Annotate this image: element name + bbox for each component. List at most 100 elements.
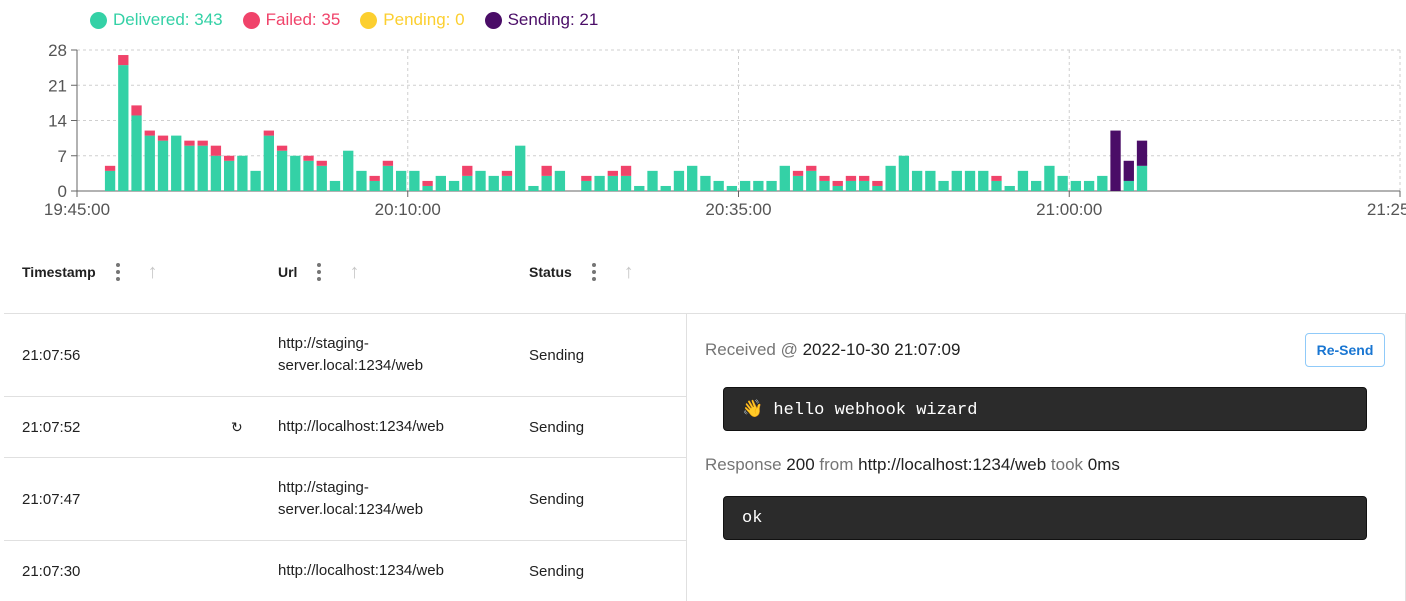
- column-menu-icon[interactable]: [586, 263, 602, 281]
- bar-segment-delivered: [1083, 180, 1095, 191]
- bar-segment-delivered: [634, 185, 645, 191]
- legend-delivered-label: Delivered: 343: [113, 10, 223, 29]
- bar-segment-delivered: [541, 175, 552, 191]
- x-tick-label: 21:00:00: [1036, 200, 1102, 219]
- row-status: Sending: [529, 562, 585, 580]
- legend-failed[interactable]: Failed: 35: [242, 10, 340, 30]
- bar-segment-delivered: [409, 170, 420, 191]
- bar-segment-delivered: [620, 175, 632, 191]
- bar-segment-delivered: [1004, 185, 1015, 191]
- bar-segment-failed: [210, 145, 222, 156]
- bar-segment-failed: [819, 175, 830, 181]
- bar-segment-failed: [263, 130, 274, 136]
- column-header-timestamp[interactable]: Timestamp ↑: [22, 248, 158, 296]
- y-tick-label: 14: [48, 112, 67, 131]
- bar-segment-failed: [792, 170, 804, 176]
- bar-segment-delivered: [739, 180, 751, 191]
- bar-segment-delivered: [766, 180, 777, 191]
- bar-segment-delivered: [660, 185, 671, 191]
- bar-segment-failed: [462, 165, 473, 176]
- row-status: Sending: [529, 418, 585, 436]
- bar-segment-delivered: [859, 180, 870, 191]
- sort-arrow-up-icon[interactable]: ↑: [148, 261, 158, 284]
- column-menu-icon[interactable]: [311, 263, 327, 281]
- bar-segment-delivered: [515, 145, 526, 191]
- bar-segment-delivered: [118, 65, 129, 191]
- x-tick-label: 20:10:00: [375, 200, 441, 219]
- bar-segment-delivered: [263, 135, 274, 191]
- bar-segment-failed: [806, 165, 817, 171]
- bar-segment-delivered: [911, 170, 923, 191]
- column-header-url[interactable]: Url ↑: [278, 248, 359, 296]
- bar-segment-delivered: [991, 180, 1002, 191]
- bar-segment-delivered: [845, 180, 857, 191]
- table-row[interactable]: 21:07:30 http://localhost:1234/web Sendi…: [4, 541, 686, 601]
- bar-segment-delivered: [448, 180, 460, 191]
- response-from-label: from: [814, 455, 859, 474]
- request-body-block: 👋 hello webhook wizard: [723, 387, 1367, 431]
- bar-segment-sending: [1123, 160, 1134, 181]
- bar-segment-failed: [276, 145, 288, 151]
- row-url: http://localhost:1234/web: [278, 418, 444, 435]
- legend-sending-label: Sending: 21: [507, 10, 599, 29]
- bar-segment-failed: [541, 165, 552, 176]
- bar-segment-delivered: [1017, 170, 1029, 191]
- row-timestamp: 21:07:47: [22, 490, 81, 508]
- bar-segment-failed: [859, 175, 870, 181]
- webhook-detail-panel: Received @ 2022-10-30 21:07:09 Re-Send 👋…: [687, 313, 1406, 601]
- bar-segment-delivered: [157, 140, 169, 191]
- legend-failed-dot: [242, 11, 260, 29]
- bar-segment-delivered: [554, 170, 566, 191]
- x-tick-label: 20:35:00: [705, 200, 771, 219]
- bar-segment-delivered: [673, 170, 685, 191]
- bar-segment-delivered: [184, 145, 195, 191]
- chart-legend: Delivered: 343 Failed: 35 Pending: 0 Sen…: [90, 10, 598, 30]
- bar-segment-delivered: [316, 165, 327, 191]
- bar-segment-delivered: [1057, 175, 1068, 191]
- column-menu-icon[interactable]: [110, 263, 126, 281]
- bar-segment-delivered: [329, 180, 341, 191]
- bar-segment-delivered: [1097, 175, 1108, 191]
- legend-pending-dot: [360, 11, 378, 29]
- bar-segment-delivered: [382, 165, 394, 191]
- bar-segment-delivered: [978, 170, 989, 191]
- table-row[interactable]: 21:07:56 http://staging-server.local:123…: [4, 314, 686, 397]
- bar-segment-delivered: [343, 150, 354, 191]
- bar-segment-delivered: [872, 185, 883, 191]
- bar-segment-delivered: [250, 170, 261, 191]
- bar-segment-failed: [157, 135, 169, 141]
- bar-segment-delivered: [528, 185, 539, 191]
- bar-segment-delivered: [356, 170, 367, 191]
- bar-segment-delivered: [779, 165, 790, 191]
- column-header-status[interactable]: Status ↑: [529, 248, 634, 296]
- bar-segment-failed: [118, 55, 129, 66]
- bar-segment-delivered: [290, 155, 301, 191]
- legend-delivered[interactable]: Delivered: 343: [90, 10, 223, 30]
- column-timestamp-label: Timestamp: [22, 264, 96, 280]
- sort-arrow-up-icon[interactable]: ↑: [349, 261, 359, 284]
- bar-segment-delivered: [131, 115, 142, 191]
- resend-button[interactable]: Re-Send: [1305, 333, 1385, 367]
- legend-pending[interactable]: Pending: 0: [360, 10, 465, 30]
- row-status: Sending: [529, 490, 585, 508]
- bar-segment-failed: [382, 160, 394, 166]
- bar-segment-sending: [1110, 130, 1121, 191]
- table-row[interactable]: 21:07:52 ↻ http://localhost:1234/web Sen…: [4, 397, 686, 458]
- bar-segment-delivered: [171, 135, 182, 191]
- bar-segment-failed: [303, 155, 314, 161]
- sort-arrow-up-icon[interactable]: ↑: [624, 261, 634, 284]
- table-row[interactable]: 21:07:47 http://staging-server.local:123…: [4, 458, 686, 541]
- bar-segment-delivered: [104, 170, 116, 191]
- column-status-label: Status: [529, 264, 572, 280]
- bar-segment-delivered: [898, 155, 910, 191]
- bar-segment-delivered: [951, 170, 962, 191]
- bar-segment-delivered: [144, 135, 155, 191]
- bar-segment-delivered: [647, 170, 658, 191]
- y-tick-label: 0: [58, 182, 67, 201]
- bar-segment-failed: [872, 180, 883, 186]
- legend-pending-label: Pending: 0: [383, 10, 465, 29]
- legend-sending[interactable]: Sending: 21: [484, 10, 599, 30]
- response-info: Response 200 from http://localhost:1234/…: [705, 455, 1120, 475]
- bar-segment-sending: [1136, 140, 1148, 166]
- legend-sending-dot: [484, 11, 502, 29]
